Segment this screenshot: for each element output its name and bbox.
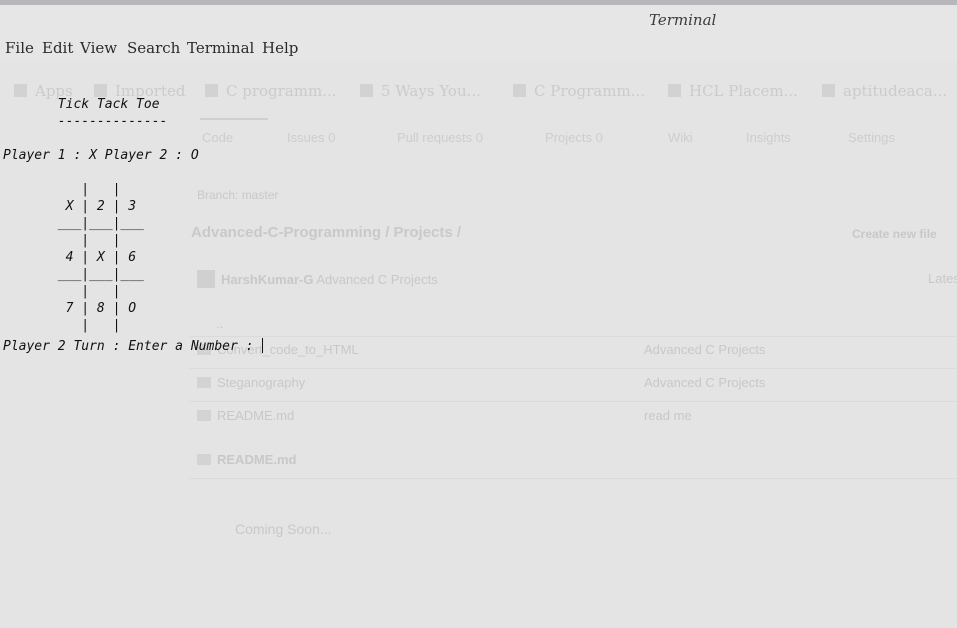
menu-bar: File Edit View Search Terminal Help xyxy=(0,35,957,61)
text-cursor xyxy=(262,338,264,353)
file-row-name: README.md xyxy=(197,408,294,423)
branch-selector: Branch: master xyxy=(197,188,279,202)
window-title: Terminal xyxy=(649,11,717,29)
board-line: ___|___|___ xyxy=(3,267,144,282)
title-underline: -------------- xyxy=(3,114,168,129)
title-bar[interactable]: Terminal xyxy=(0,5,957,35)
site-icon xyxy=(513,84,526,97)
board-line: | | xyxy=(3,233,121,248)
bookmark-5-ways: 5 Ways You... xyxy=(360,82,481,100)
menu-edit[interactable]: Edit xyxy=(42,39,73,57)
parent-dir-link: .. xyxy=(216,316,224,331)
board-line: ___|___|___ xyxy=(3,216,144,231)
repo-breadcrumb: Advanced-C-Programming / Projects / xyxy=(191,224,462,241)
file-row-name: Steganography xyxy=(197,375,305,390)
menu-search[interactable]: Search xyxy=(127,39,180,57)
background-browser-ghost: Apps Imported C programm... 5 Ways You..… xyxy=(0,0,957,628)
file-row-message: Advanced C Projects xyxy=(644,375,766,390)
youtube-icon xyxy=(822,84,835,97)
row-divider xyxy=(190,401,957,402)
apps-icon xyxy=(14,84,27,97)
terminal-window: Apps Imported C programm... 5 Ways You..… xyxy=(0,0,957,628)
book-icon xyxy=(197,454,211,465)
bookmark-hcl-placement: HCL Placem... xyxy=(668,82,798,100)
tab-code: Code xyxy=(202,130,234,145)
board-line: | | xyxy=(3,318,121,333)
input-prompt-row[interactable]: Player 2 Turn : Enter a Number : xyxy=(3,335,264,354)
tab-insights: Insights xyxy=(746,130,791,145)
file-row-message: Advanced C Projects xyxy=(644,342,766,357)
tab-issues: Issues 0 xyxy=(287,130,336,145)
file-icon xyxy=(197,410,211,421)
player-symbols: Player 1 : X Player 2 : O xyxy=(3,148,199,163)
create-new-file-button: Create new file xyxy=(852,227,937,241)
menu-help[interactable]: Help xyxy=(262,39,298,57)
readme-header: README.md xyxy=(197,452,296,467)
board-line: | | xyxy=(3,182,121,197)
menu-file[interactable]: File xyxy=(5,39,34,57)
board-row-2: 4 | X | 6 xyxy=(3,250,137,265)
folder-icon xyxy=(197,377,211,388)
avatar xyxy=(197,270,215,288)
menu-view[interactable]: View xyxy=(80,39,117,57)
folder-icon xyxy=(94,84,107,97)
board-row-1: X | 2 | 3 xyxy=(3,199,137,214)
tab-settings: Settings xyxy=(848,130,895,145)
board-line: | | xyxy=(3,284,121,299)
bookmark-c-programming-2: C Programm... xyxy=(513,82,645,100)
bookmark-aptitude: aptitudeaca... xyxy=(822,82,947,100)
site-icon xyxy=(360,84,373,97)
game-title: Tick Tack Toe xyxy=(3,97,160,112)
file-row-message: read me xyxy=(644,408,692,423)
commit-row: HarshKumar-G Advanced C Projects xyxy=(197,270,438,288)
menu-terminal[interactable]: Terminal xyxy=(187,39,254,57)
board-row-3: 7 | 8 | O xyxy=(3,301,137,316)
tab-pull-requests: Pull requests 0 xyxy=(397,130,483,145)
bookmark-c-programming: C programm... xyxy=(205,82,337,100)
tab-wiki: Wiki xyxy=(668,130,693,145)
latest-commit-label: Latest xyxy=(928,271,957,286)
active-tab-indicator xyxy=(200,118,268,120)
row-divider xyxy=(190,368,957,369)
readme-divider xyxy=(190,478,957,479)
site-icon xyxy=(668,84,681,97)
readme-body: Coming Soon... xyxy=(235,521,332,537)
tab-projects: Projects 0 xyxy=(545,130,603,145)
input-prompt: Player 2 Turn : Enter a Number : xyxy=(3,339,262,354)
row-divider xyxy=(190,336,957,337)
site-icon xyxy=(205,84,218,97)
